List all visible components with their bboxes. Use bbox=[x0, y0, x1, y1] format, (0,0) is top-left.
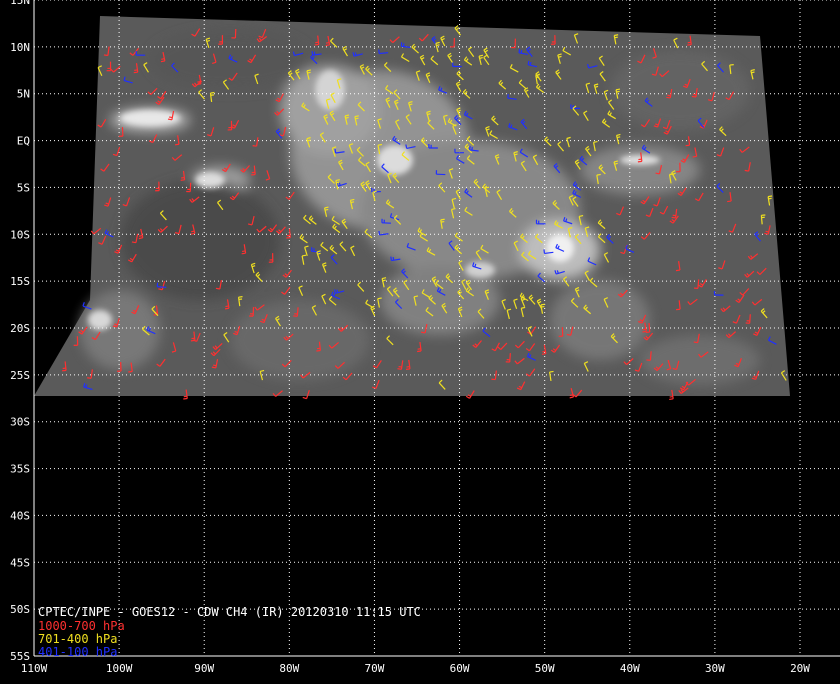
lon-label: 100W bbox=[106, 662, 133, 675]
lon-label: 110W bbox=[21, 662, 48, 675]
lat-label: 10N bbox=[10, 41, 30, 54]
lat-label: 10S bbox=[10, 228, 30, 241]
river-plate bbox=[476, 424, 506, 460]
lon-label: 80W bbox=[279, 662, 299, 675]
product-title: CPTEC/INPE - GOES12 - CDW CH4 (IR) 20120… bbox=[38, 605, 421, 619]
lat-label: 55S bbox=[10, 650, 30, 663]
lon-label: 60W bbox=[450, 662, 470, 675]
lat-label: 35S bbox=[10, 463, 30, 476]
lon-label: 50W bbox=[535, 662, 555, 675]
lat-label: 45S bbox=[10, 556, 30, 569]
lat-label: 15N bbox=[10, 0, 30, 7]
central-america-coastline bbox=[100, 0, 210, 14]
lon-label: 70W bbox=[365, 662, 385, 675]
lat-label: 20S bbox=[10, 322, 30, 335]
lat-label: 15S bbox=[10, 275, 30, 288]
satellite-imagery bbox=[34, 16, 790, 396]
lon-label: 30W bbox=[705, 662, 725, 675]
lat-label: 5N bbox=[17, 88, 30, 101]
lon-label: 20W bbox=[790, 662, 810, 675]
legend-mid-level: 701-400 hPa bbox=[38, 632, 117, 646]
legend-low-level: 1000-700 hPa bbox=[38, 619, 125, 633]
lat-label: 25S bbox=[10, 369, 30, 382]
lat-label: 30S bbox=[10, 416, 30, 429]
lat-label: 50S bbox=[10, 603, 30, 616]
lat-label: EQ bbox=[17, 135, 30, 148]
lat-label: 5S bbox=[17, 181, 30, 194]
lat-label: 40S bbox=[10, 509, 30, 522]
lon-label: 90W bbox=[194, 662, 214, 675]
map-canvas: 110W 100W 90W 80W 70W 60W 50W 40W 30W 20W 15N 10N 5N… bbox=[0, 0, 840, 680]
legend-high-level: 401-100 hPa bbox=[38, 645, 117, 659]
satellite-wind-map: 110W 100W 90W 80W 70W 60W 50W 40W 30W 20W 15N 10N 5N… bbox=[0, 0, 840, 680]
lon-label: 40W bbox=[620, 662, 640, 675]
caption-block: CPTEC/INPE - GOES12 - CDW CH4 (IR) 20120… bbox=[38, 605, 421, 659]
